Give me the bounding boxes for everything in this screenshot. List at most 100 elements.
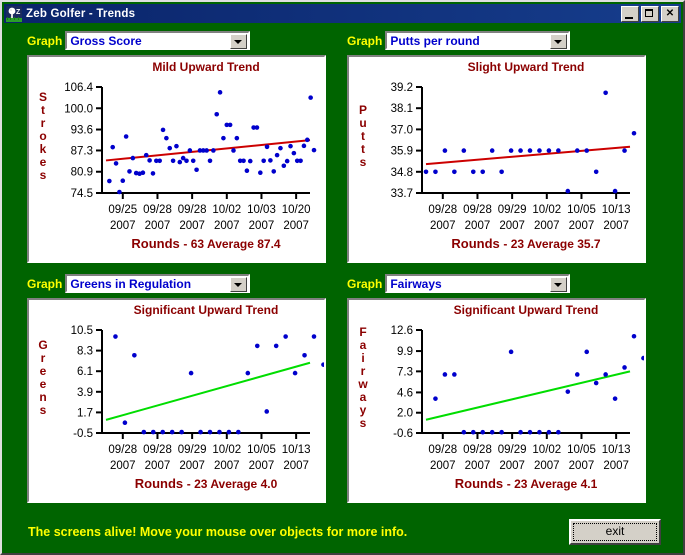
- chevron-down-icon[interactable]: [550, 277, 568, 292]
- svg-text:2007: 2007: [569, 460, 595, 472]
- graph-selector-row-4: Graph Fairways: [347, 274, 646, 293]
- svg-text:34.8: 34.8: [391, 167, 413, 179]
- svg-text:09/28: 09/28: [143, 444, 172, 456]
- svg-text:37.0: 37.0: [391, 124, 413, 136]
- graph-select-greens-in-regulation[interactable]: Greens in Regulation: [65, 274, 251, 293]
- chevron-down-icon[interactable]: [550, 34, 568, 49]
- chart-svg-gross-score: Mild Upward Trend 74.5 80.9 87.3 93.6 100.0 10…: [39, 60, 317, 251]
- close-button[interactable]: ✕: [661, 5, 679, 22]
- svg-text:S: S: [39, 90, 47, 104]
- window-title: Zeb Golfer - Trends: [26, 7, 136, 20]
- minimize-button[interactable]: [621, 5, 639, 22]
- svg-text:2007: 2007: [110, 460, 136, 472]
- svg-text:y: y: [360, 403, 367, 417]
- svg-text:2007: 2007: [534, 460, 560, 472]
- svg-text:6.1: 6.1: [77, 366, 93, 378]
- svg-text:2007: 2007: [179, 220, 205, 232]
- chevron-down-icon[interactable]: [230, 34, 248, 49]
- svg-text:2007: 2007: [110, 220, 136, 232]
- svg-text:10/13: 10/13: [602, 204, 631, 216]
- svg-text:9.9: 9.9: [397, 346, 413, 358]
- svg-text:Slight Upward Trend: Slight Upward Trend: [468, 60, 585, 74]
- svg-text:r: r: [361, 364, 366, 378]
- svg-text:10/02: 10/02: [532, 204, 561, 216]
- chart-fairways[interactable]: Significant Upward Trend -0.6 2.0 4.6 7.3 9.9…: [347, 298, 646, 503]
- status-message: The screens alive! Move your mouse over …: [28, 525, 408, 539]
- svg-text:12.6: 12.6: [391, 325, 413, 337]
- svg-text:2007: 2007: [465, 460, 491, 472]
- svg-text:10/05: 10/05: [567, 444, 596, 456]
- chart-gross-score[interactable]: Mild Upward Trend 74.5 80.9 87.3 93.6 100.0 10…: [27, 55, 326, 263]
- svg-text:Rounds - 23 Average 4.0: Rounds - 23 Average 4.0: [135, 476, 278, 491]
- svg-text:Significant Upward Trend: Significant Upward Trend: [134, 303, 279, 317]
- svg-text:09/28: 09/28: [428, 204, 457, 216]
- chevron-down-icon[interactable]: [230, 277, 248, 292]
- svg-text:o: o: [39, 129, 46, 143]
- chart-svg-fairways: Significant Upward Trend -0.6 2.0 4.6 7.3 9.9…: [357, 303, 644, 491]
- svg-text:2007: 2007: [465, 220, 491, 232]
- svg-text:e: e: [40, 377, 47, 391]
- graph-select-value-4: Fairways: [390, 276, 442, 291]
- svg-text:93.6: 93.6: [71, 125, 93, 137]
- svg-text:100.0: 100.0: [64, 103, 93, 115]
- titlebar: Z Zeb Golfer - Trends ✕: [4, 4, 681, 23]
- svg-text:4.6: 4.6: [397, 387, 413, 399]
- svg-text:2007: 2007: [499, 220, 525, 232]
- svg-text:-0.6: -0.6: [393, 428, 413, 440]
- svg-text:09/25: 09/25: [108, 204, 137, 216]
- svg-text:s: s: [40, 168, 47, 182]
- svg-text:09/28: 09/28: [428, 444, 457, 456]
- svg-text:i: i: [361, 351, 364, 365]
- svg-text:09/29: 09/29: [498, 204, 527, 216]
- svg-text:2007: 2007: [603, 460, 629, 472]
- svg-text:7.3: 7.3: [397, 366, 413, 378]
- svg-text:Mild Upward Trend: Mild Upward Trend: [152, 60, 259, 74]
- svg-text:10/02: 10/02: [532, 444, 561, 456]
- maximize-button[interactable]: [641, 5, 659, 22]
- svg-text:2.0: 2.0: [397, 408, 413, 420]
- svg-text:80.9: 80.9: [71, 167, 93, 179]
- chart-svg-greens-in-regulation: Significant Upward Trend -0.5 1.7 3.9 6.1 8.3…: [38, 303, 324, 491]
- graph-select-fairways[interactable]: Fairways: [385, 274, 571, 293]
- svg-text:10/13: 10/13: [602, 444, 631, 456]
- svg-text:t: t: [41, 103, 45, 117]
- svg-text:k: k: [40, 142, 47, 156]
- svg-text:1.7: 1.7: [77, 407, 93, 419]
- svg-text:2007: 2007: [214, 220, 240, 232]
- svg-text:2007: 2007: [179, 460, 205, 472]
- svg-text:10/02: 10/02: [212, 444, 241, 456]
- graph-label-3: Graph: [27, 276, 63, 291]
- chart-svg-putts-per-round: Slight Upward Trend 33.7 34.8 35.9 37.0 38.1 3…: [359, 60, 637, 251]
- graph-label-4: Graph: [347, 276, 383, 291]
- statusbar: The screens alive! Move your mouse over …: [4, 513, 681, 551]
- svg-text:2007: 2007: [430, 460, 456, 472]
- panel-fairways: Graph Fairways Significant Upward Trend -…: [347, 274, 646, 503]
- panel-gross-score: Graph Gross Score Mild Upward Trend 74.5 8…: [27, 31, 326, 263]
- svg-text:2007: 2007: [569, 220, 595, 232]
- svg-text:35.9: 35.9: [391, 146, 413, 158]
- svg-text:09/29: 09/29: [178, 444, 207, 456]
- graph-select-putts-per-round[interactable]: Putts per round: [385, 31, 571, 50]
- graph-select-value-1: Gross Score: [70, 33, 142, 48]
- svg-text:P: P: [359, 103, 367, 117]
- svg-text:e: e: [40, 155, 47, 169]
- graph-select-gross-score[interactable]: Gross Score: [65, 31, 251, 50]
- svg-text:2007: 2007: [283, 460, 309, 472]
- svg-text:10/03: 10/03: [247, 204, 276, 216]
- svg-text:G: G: [38, 338, 47, 352]
- exit-button[interactable]: exit: [569, 519, 661, 545]
- svg-text:u: u: [359, 116, 366, 130]
- svg-text:Rounds - 63 Average 87.4: Rounds - 63 Average 87.4: [131, 236, 280, 251]
- graph-select-value-2: Putts per round: [390, 33, 480, 48]
- chart-greens-in-regulation[interactable]: Significant Upward Trend -0.5 1.7 3.9 6.1 8.3…: [27, 298, 326, 503]
- golf-ball-tee-icon: Z: [6, 5, 22, 22]
- svg-text:74.5: 74.5: [71, 188, 93, 200]
- graph-selector-row-2: Graph Putts per round: [347, 31, 646, 50]
- svg-text:s: s: [40, 403, 47, 417]
- svg-text:t: t: [361, 142, 365, 156]
- svg-text:2007: 2007: [430, 220, 456, 232]
- svg-text:a: a: [360, 390, 367, 404]
- svg-text:33.7: 33.7: [391, 188, 413, 200]
- chart-putts-per-round[interactable]: Slight Upward Trend 33.7 34.8 35.9 37.0 38.1 3…: [347, 55, 646, 263]
- svg-text:-0.5: -0.5: [73, 428, 93, 440]
